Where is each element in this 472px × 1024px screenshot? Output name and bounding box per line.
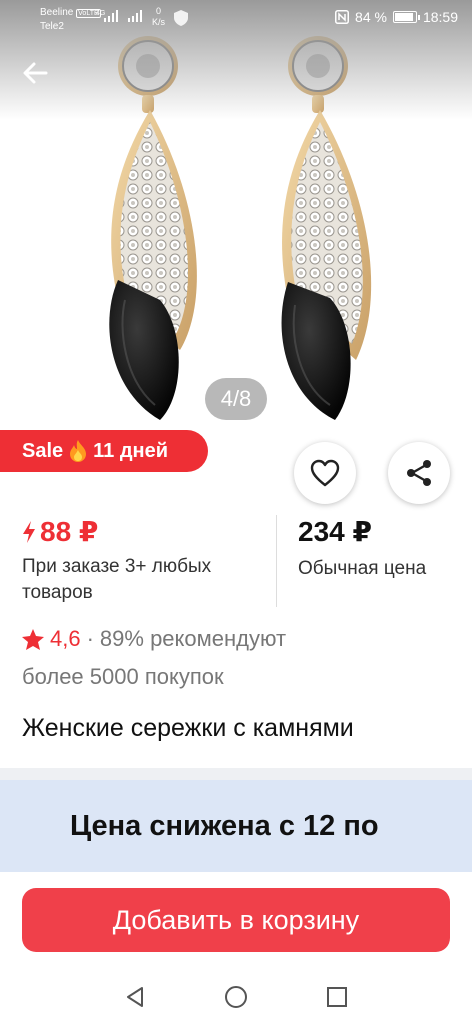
rating-separator: · xyxy=(86,626,94,651)
clock: 18:59 xyxy=(422,9,458,25)
shield-icon xyxy=(174,10,188,26)
nav-back-icon[interactable] xyxy=(122,984,148,1010)
discount-price-block: 88 ₽ При заказе 3+ любых товаров xyxy=(22,515,272,606)
signal-icon-1 xyxy=(104,10,118,22)
sale-badge: Sale 11 дней xyxy=(0,430,208,472)
nav-recents-icon[interactable] xyxy=(324,984,350,1010)
fire-icon xyxy=(70,440,87,462)
sale-label: Sale xyxy=(22,439,64,462)
add-to-cart-button[interactable]: Добавить в корзину xyxy=(22,888,450,952)
signal-icon-2 xyxy=(128,10,142,22)
discount-price-value: 88 ₽ xyxy=(40,516,99,547)
recommend-percent: 89% рекомендуют xyxy=(99,626,287,651)
regular-price-value: 234 ₽ xyxy=(298,516,372,547)
battery-icon xyxy=(392,11,420,23)
star-icon xyxy=(22,628,44,650)
price-divider xyxy=(276,515,277,607)
add-to-cart-label: Добавить в корзину xyxy=(112,904,360,935)
status-bar: Beeline VoLTE Tele2 4G 0 K/s 84 % 18:59 xyxy=(0,0,472,36)
carrier-1: Beeline xyxy=(40,7,74,18)
heart-icon xyxy=(310,459,340,487)
regular-price-block: 234 ₽ Обычная цена xyxy=(298,515,468,580)
discount-price: 88 ₽ xyxy=(22,515,272,548)
sale-days: 11 дней xyxy=(93,439,169,462)
rating-score: 4,6 xyxy=(50,626,81,651)
gallery-counter: 4/8 xyxy=(205,378,267,420)
discount-price-note: При заказе 3+ любых товаров xyxy=(22,556,212,603)
product-title: Женские сережки с камнями xyxy=(22,714,354,742)
price-drop-banner[interactable]: Цена снижена с 12 по xyxy=(0,780,472,872)
battery-percent: 84 % xyxy=(355,9,387,25)
net-speed: 0 K/s xyxy=(152,6,166,27)
rating-row[interactable]: 4,6 · 89% рекомендуют xyxy=(22,626,286,652)
lightning-icon xyxy=(23,520,35,543)
system-nav-bar xyxy=(0,970,472,1024)
regular-price-note: Обычная цена xyxy=(298,558,427,579)
status-right: 84 % 18:59 xyxy=(335,9,458,25)
back-button[interactable] xyxy=(18,55,54,91)
arrow-left-icon xyxy=(23,62,48,84)
favorite-button[interactable] xyxy=(294,442,356,504)
section-divider xyxy=(0,768,472,780)
price-drop-text: Цена снижена с 12 по xyxy=(70,809,379,842)
nav-home-icon[interactable] xyxy=(223,984,249,1010)
nfc-icon xyxy=(335,10,350,24)
carrier-labels: Beeline VoLTE Tele2 xyxy=(40,6,101,33)
carrier-2: Tele2 xyxy=(40,21,64,32)
share-icon xyxy=(407,460,431,486)
share-button[interactable] xyxy=(388,442,450,504)
purchase-count: более 5000 покупок xyxy=(22,664,224,689)
